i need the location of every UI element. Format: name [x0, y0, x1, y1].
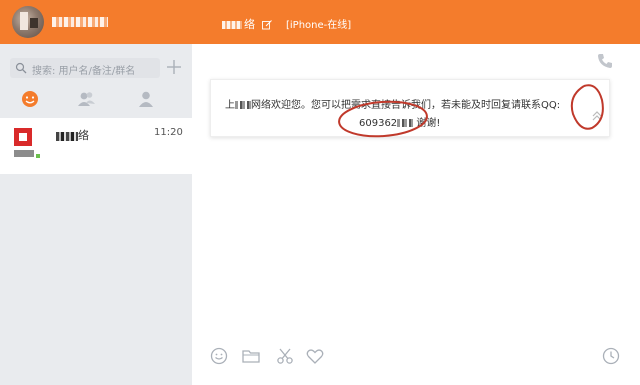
search-input[interactable]: 搜索: 用户名/备注/群名	[10, 58, 160, 78]
tab-recent-chats[interactable]	[19, 88, 41, 110]
tab-contacts[interactable]	[75, 88, 97, 110]
qq-number: 609362	[359, 118, 398, 129]
chat-header: 络 [iPhone-在线]	[192, 0, 640, 44]
collapse-icon[interactable]	[589, 108, 605, 124]
chat-title: 络	[222, 16, 272, 32]
sidebar: 搜索: 用户名/备注/群名 络 11:20	[0, 0, 192, 385]
blurred-qq-digits	[397, 119, 414, 127]
blurred-company-name	[235, 101, 251, 109]
folder-icon[interactable]	[240, 345, 262, 367]
blurred-contact-name	[56, 131, 78, 141]
avatar[interactable]	[12, 6, 44, 38]
message-line-2: 609362 谢谢!	[359, 118, 441, 129]
blurred-chat-title	[222, 21, 242, 29]
emoji-icon[interactable]	[208, 345, 230, 367]
chat-message: 上网络欢迎您。您可以把需求直接告诉我们，若未能及时回复请联系QQ: 609362…	[210, 79, 610, 137]
search-icon	[15, 62, 27, 74]
chat-status: [iPhone-在线]	[286, 20, 352, 31]
chat-title-suffix: 络	[244, 18, 255, 31]
contact-avatar	[14, 128, 40, 160]
scissors-icon[interactable]	[274, 345, 296, 367]
search-placeholder: 搜索: 用户名/备注/群名	[32, 66, 136, 77]
contact-name-suffix: 络	[78, 129, 89, 142]
annotation-marks	[338, 84, 604, 138]
contact-name: 络	[56, 127, 89, 143]
tab-profile[interactable]	[135, 88, 157, 110]
sidebar-tabs	[0, 88, 192, 114]
chat-app-window: 搜索: 用户名/备注/群名 络 11:20 络 [iPhone-在线] 上 网络…	[0, 0, 640, 385]
user-name	[52, 14, 108, 29]
history-icon[interactable]	[600, 345, 622, 367]
blurred-user-name	[52, 16, 108, 27]
chat-toolbar	[192, 345, 640, 369]
chat-panel: 络 [iPhone-在线] 上网络欢迎您。您可以把需求直接告诉我们，若未能及时回…	[192, 0, 640, 385]
add-icon[interactable]	[164, 57, 184, 77]
edit-icon[interactable]	[261, 20, 272, 30]
list-item[interactable]: 络 11:20	[0, 118, 192, 174]
heart-icon[interactable]	[304, 345, 326, 367]
message-line-1: 上网络欢迎您。您可以把需求直接告诉我们，若未能及时回复请联系QQ:	[225, 100, 561, 111]
contact-time: 11:20	[154, 127, 183, 138]
phone-icon[interactable]	[595, 51, 615, 71]
sidebar-header	[0, 0, 192, 44]
